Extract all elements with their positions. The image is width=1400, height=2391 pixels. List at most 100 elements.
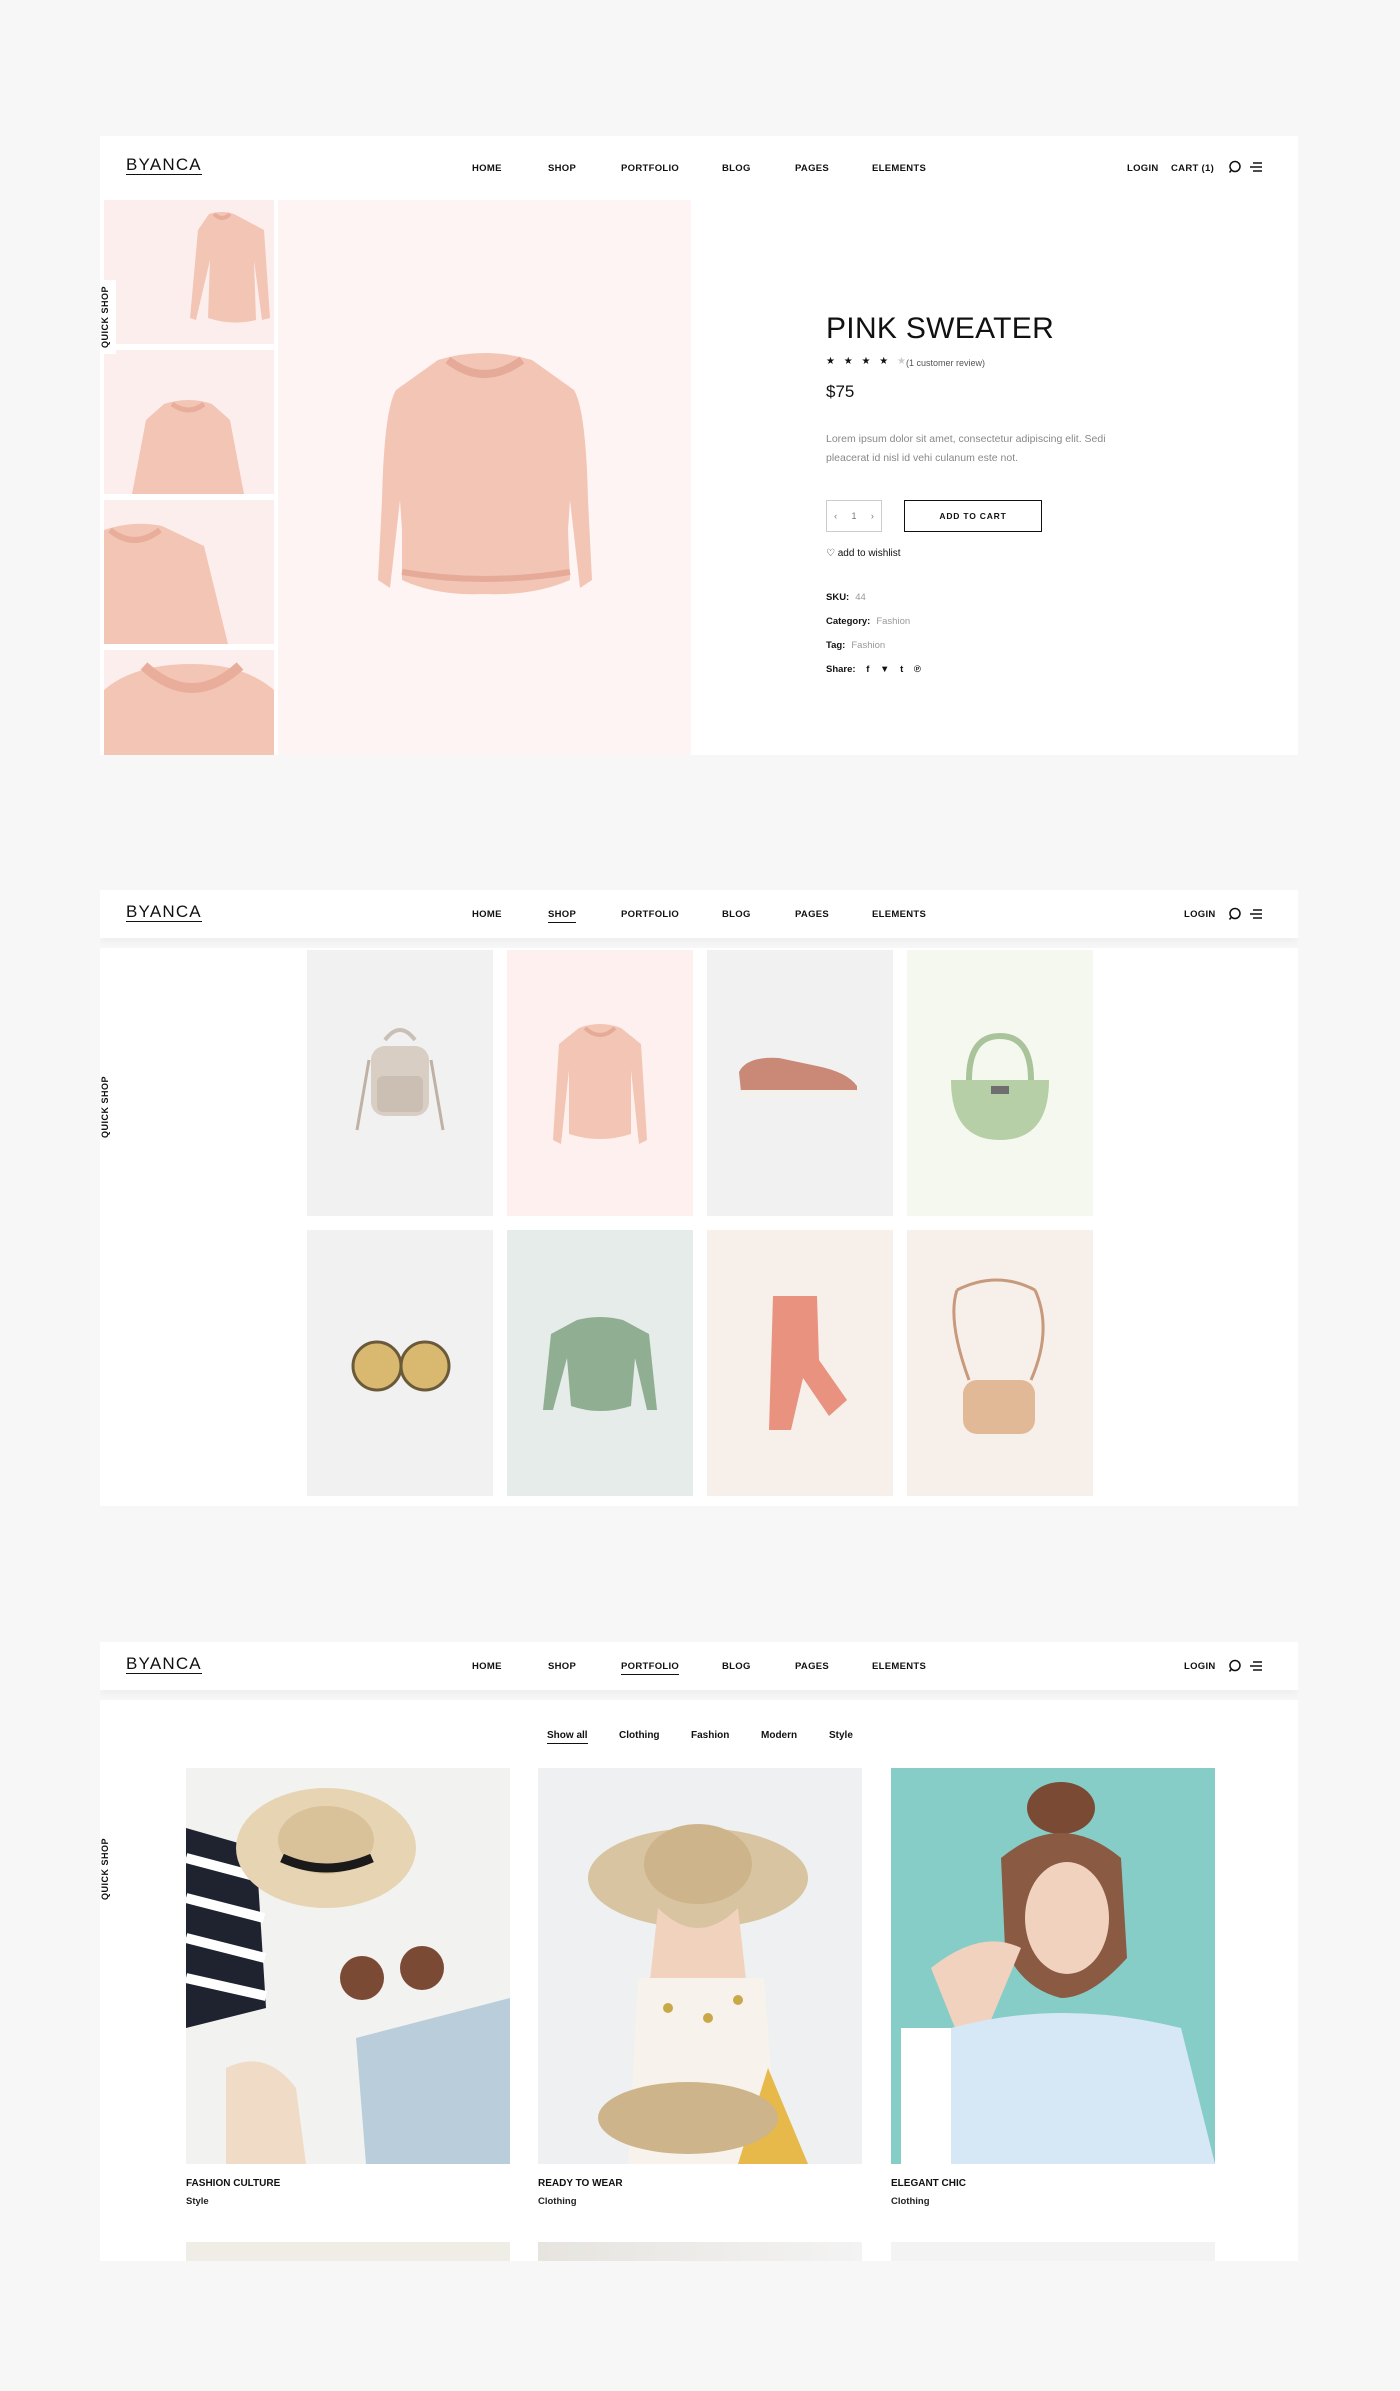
wishlist-link[interactable]: ♡ add to wishlist xyxy=(826,548,901,559)
nav-blog[interactable]: BLOG xyxy=(722,1661,751,1672)
product-thumbnails xyxy=(104,200,274,755)
nav-portfolio[interactable]: PORTFOLIO xyxy=(621,909,679,920)
thumbnail[interactable] xyxy=(104,200,274,344)
portfolio-item-category: Clothing xyxy=(538,2196,577,2207)
header-nav: BYANCA HOME SHOP PORTFOLIO BLOG PAGES EL… xyxy=(100,890,1298,938)
add-to-cart-button[interactable]: ADD TO CART xyxy=(904,500,1042,532)
tag-row: Tag: Fashion xyxy=(826,640,885,651)
menu-icon[interactable] xyxy=(1249,160,1263,174)
product-tile-green-handbag[interactable] xyxy=(907,950,1093,1216)
search-icon[interactable] xyxy=(1228,1659,1242,1673)
nav-elements[interactable]: ELEMENTS xyxy=(872,1661,926,1672)
filter-style[interactable]: Style xyxy=(829,1730,853,1741)
quick-shop-tab[interactable]: QUICK SHOP xyxy=(100,280,116,355)
nav-elements[interactable]: ELEMENTS xyxy=(872,163,926,174)
nav-pages[interactable]: PAGES xyxy=(795,1661,829,1672)
nav-pages[interactable]: PAGES xyxy=(795,909,829,920)
sku-value: 44 xyxy=(855,592,866,603)
tag-link[interactable]: Fashion xyxy=(851,640,885,651)
quick-shop-tab[interactable]: QUICK SHOP xyxy=(100,1832,116,1907)
product-tile-sneaker[interactable] xyxy=(707,950,893,1216)
category-row: Category: Fashion xyxy=(826,616,910,627)
thumbnail[interactable] xyxy=(104,350,274,494)
brand-logo[interactable]: BYANCA xyxy=(126,1655,202,1674)
sku-row: SKU: 44 xyxy=(826,592,866,603)
share-row: Share: f ▼ t ℗ xyxy=(826,664,921,675)
thumbnail[interactable] xyxy=(104,500,274,644)
pinterest-icon[interactable]: ℗ xyxy=(914,664,921,675)
quantity-value[interactable]: 1 xyxy=(851,511,856,521)
facebook-icon[interactable]: f xyxy=(866,664,869,675)
twitter-icon[interactable]: ▼ xyxy=(880,664,889,675)
tumblr-icon[interactable]: t xyxy=(900,664,903,675)
sku-label: SKU: xyxy=(826,592,850,603)
heart-icon: ♡ xyxy=(826,548,835,559)
product-description: Lorem ipsum dolor sit amet, consectetur … xyxy=(826,433,1106,464)
header-nav: BYANCA HOME SHOP PORTFOLIO BLOG PAGES EL… xyxy=(100,136,1298,200)
portfolio-image-next[interactable] xyxy=(891,2242,1215,2261)
nav-shop[interactable]: SHOP xyxy=(548,163,576,174)
product-tile-crossbody-bag[interactable] xyxy=(907,1230,1093,1496)
quick-shop-tab[interactable]: QUICK SHOP xyxy=(100,1070,116,1145)
portfolio-page-preview: BYANCA HOME SHOP PORTFOLIO BLOG PAGES EL… xyxy=(100,1642,1298,2261)
nav-portfolio[interactable]: PORTFOLIO xyxy=(621,163,679,174)
thumbnail[interactable] xyxy=(104,650,274,755)
brand-logo[interactable]: BYANCA xyxy=(126,903,202,922)
share-label: Share: xyxy=(826,664,856,675)
portfolio-item-title[interactable]: ELEGANT CHIC xyxy=(891,2178,966,2189)
portfolio-image-next[interactable] xyxy=(186,2242,510,2261)
nav-portfolio[interactable]: PORTFOLIO xyxy=(621,1661,680,1675)
nav-blog[interactable]: BLOG xyxy=(722,163,751,174)
product-page-preview: BYANCA HOME SHOP PORTFOLIO BLOG PAGES EL… xyxy=(100,136,1298,755)
product-tile-backpack[interactable] xyxy=(307,950,493,1216)
product-price: $75 xyxy=(826,382,855,401)
rating-stars: ★ ★ ★ ★ ★ xyxy=(826,356,909,367)
filter-modern[interactable]: Modern xyxy=(761,1730,797,1741)
tag-label: Tag: xyxy=(826,640,846,651)
nav-home[interactable]: HOME xyxy=(472,909,502,920)
brand-logo[interactable]: BYANCA xyxy=(126,156,202,175)
product-title: PINK SWEATER xyxy=(826,312,1055,345)
nav-home[interactable]: HOME xyxy=(472,163,502,174)
menu-icon[interactable] xyxy=(1249,907,1263,921)
nav-pages[interactable]: PAGES xyxy=(795,163,829,174)
nav-shop[interactable]: SHOP xyxy=(548,1661,576,1672)
portfolio-item-category: Style xyxy=(186,2196,209,2207)
portfolio-item-category: Clothing xyxy=(891,2196,930,2207)
portfolio-item-title[interactable]: FASHION CULTURE xyxy=(186,2178,280,2189)
search-icon[interactable] xyxy=(1228,160,1242,174)
header-nav: BYANCA HOME SHOP PORTFOLIO BLOG PAGES EL… xyxy=(100,1642,1298,1690)
product-tile-pink-pants[interactable] xyxy=(707,1230,893,1496)
menu-icon[interactable] xyxy=(1249,1659,1263,1673)
portfolio-image-elegant-chic[interactable] xyxy=(891,1768,1215,2164)
search-icon[interactable] xyxy=(1228,907,1242,921)
filter-clothing[interactable]: Clothing xyxy=(619,1730,660,1741)
portfolio-image-next[interactable] xyxy=(538,2242,862,2261)
filter-show-all[interactable]: Show all xyxy=(547,1730,588,1744)
product-tile-green-sweater[interactable] xyxy=(507,1230,693,1496)
quantity-stepper[interactable]: ‹ 1 › xyxy=(826,500,882,532)
product-tile-pink-sweater[interactable] xyxy=(507,950,693,1216)
cart-link[interactable]: CART (1) xyxy=(1171,163,1214,174)
nav-shop[interactable]: SHOP xyxy=(548,909,577,923)
login-link[interactable]: LOGIN xyxy=(1184,1661,1216,1672)
review-count[interactable]: (1 customer review) xyxy=(906,358,985,368)
product-tile-earrings[interactable] xyxy=(307,1230,493,1496)
shop-page-preview: BYANCA HOME SHOP PORTFOLIO BLOG PAGES EL… xyxy=(100,890,1298,1506)
portfolio-item-title[interactable]: READY TO WEAR xyxy=(538,2178,623,2189)
portfolio-image-fashion-culture[interactable] xyxy=(186,1768,510,2164)
nav-blog[interactable]: BLOG xyxy=(722,909,751,920)
wishlist-label: add to wishlist xyxy=(837,548,901,559)
shop-grid-background xyxy=(100,948,1298,1506)
product-main-image[interactable] xyxy=(278,200,691,755)
login-link[interactable]: LOGIN xyxy=(1184,909,1216,920)
login-link[interactable]: LOGIN xyxy=(1127,163,1159,174)
nav-elements[interactable]: ELEMENTS xyxy=(872,909,926,920)
nav-home[interactable]: HOME xyxy=(472,1661,502,1672)
category-link[interactable]: Fashion xyxy=(876,616,910,627)
decrease-icon[interactable]: ‹ xyxy=(834,511,837,521)
increase-icon[interactable]: › xyxy=(871,511,874,521)
filter-fashion[interactable]: Fashion xyxy=(691,1730,729,1741)
category-label: Category: xyxy=(826,616,871,627)
portfolio-image-ready-to-wear[interactable] xyxy=(538,1768,862,2164)
